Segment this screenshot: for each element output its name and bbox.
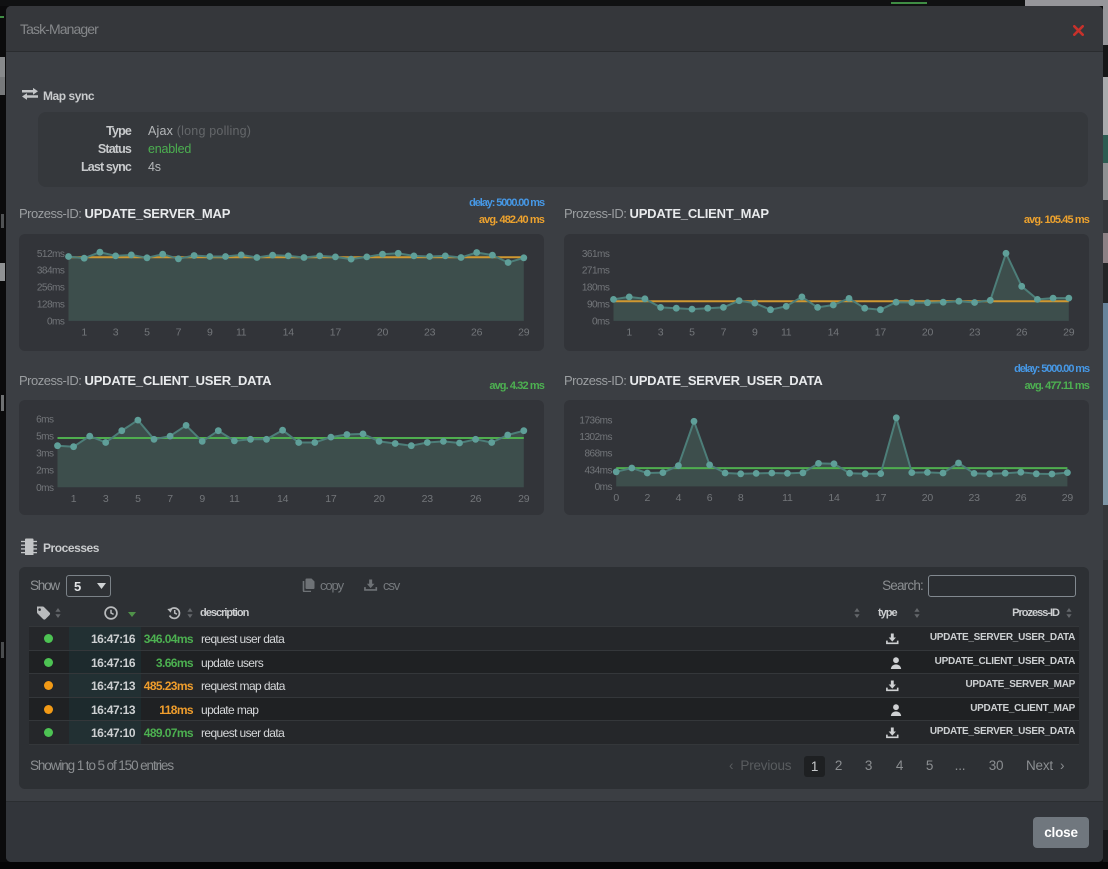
svg-text:11: 11: [782, 492, 793, 504]
svg-text:512ms: 512ms: [37, 249, 65, 260]
svg-text:29: 29: [518, 326, 530, 338]
svg-text:4: 4: [676, 492, 682, 504]
svg-text:3: 3: [113, 326, 119, 338]
svg-text:11: 11: [781, 326, 792, 338]
svg-text:0: 0: [613, 492, 619, 504]
svg-text:3: 3: [103, 493, 109, 505]
svg-text:7: 7: [176, 326, 182, 338]
svg-text:0ms: 0ms: [36, 483, 54, 494]
svg-text:5: 5: [689, 326, 695, 338]
svg-text:9: 9: [752, 326, 758, 338]
svg-text:23: 23: [968, 492, 980, 504]
svg-text:14: 14: [277, 493, 289, 505]
svg-text:361ms: 361ms: [582, 249, 610, 260]
svg-text:6: 6: [707, 492, 713, 504]
svg-text:868ms: 868ms: [584, 449, 612, 460]
svg-text:5: 5: [135, 493, 141, 505]
svg-text:17: 17: [875, 326, 887, 338]
svg-text:11: 11: [229, 493, 240, 505]
svg-text:26: 26: [1015, 492, 1027, 504]
svg-text:14: 14: [283, 326, 295, 338]
svg-text:23: 23: [969, 326, 981, 338]
svg-text:3: 3: [658, 326, 664, 338]
svg-text:5: 5: [144, 326, 150, 338]
svg-text:26: 26: [1016, 326, 1028, 338]
svg-text:20: 20: [922, 326, 934, 338]
svg-text:20: 20: [922, 492, 934, 504]
svg-text:0ms: 0ms: [592, 316, 610, 327]
svg-text:0ms: 0ms: [595, 482, 613, 493]
svg-text:271ms: 271ms: [582, 266, 610, 277]
svg-text:1: 1: [81, 326, 87, 338]
svg-text:17: 17: [325, 493, 337, 505]
svg-text:8: 8: [738, 492, 744, 504]
svg-text:17: 17: [330, 326, 342, 338]
svg-text:14: 14: [828, 326, 840, 338]
svg-text:20: 20: [377, 326, 389, 338]
svg-text:7: 7: [167, 493, 173, 505]
svg-text:23: 23: [424, 326, 436, 338]
svg-text:1736ms: 1736ms: [579, 415, 612, 426]
svg-text:20: 20: [373, 493, 385, 505]
svg-text:9: 9: [207, 326, 213, 338]
svg-text:29: 29: [1062, 492, 1074, 504]
svg-text:0ms: 0ms: [47, 316, 65, 327]
svg-text:256ms: 256ms: [37, 283, 65, 294]
svg-text:29: 29: [518, 493, 530, 505]
svg-text:26: 26: [471, 326, 483, 338]
svg-text:2: 2: [644, 492, 650, 504]
svg-text:1302ms: 1302ms: [579, 432, 612, 443]
svg-text:1: 1: [626, 326, 632, 338]
svg-text:26: 26: [470, 493, 482, 505]
svg-text:2ms: 2ms: [36, 466, 54, 477]
svg-text:3ms: 3ms: [36, 449, 54, 460]
svg-text:9: 9: [199, 493, 205, 505]
svg-text:5ms: 5ms: [36, 432, 54, 443]
svg-text:90ms: 90ms: [587, 300, 610, 311]
svg-text:434ms: 434ms: [584, 465, 612, 476]
svg-text:180ms: 180ms: [582, 283, 610, 294]
svg-text:23: 23: [422, 493, 434, 505]
svg-text:128ms: 128ms: [37, 300, 65, 311]
svg-text:7: 7: [721, 326, 727, 338]
svg-text:17: 17: [875, 492, 887, 504]
svg-text:14: 14: [828, 492, 840, 504]
svg-text:29: 29: [1063, 326, 1075, 338]
svg-text:11: 11: [236, 326, 247, 338]
svg-text:6ms: 6ms: [36, 415, 54, 426]
svg-text:384ms: 384ms: [37, 266, 65, 277]
svg-text:1: 1: [71, 493, 77, 505]
